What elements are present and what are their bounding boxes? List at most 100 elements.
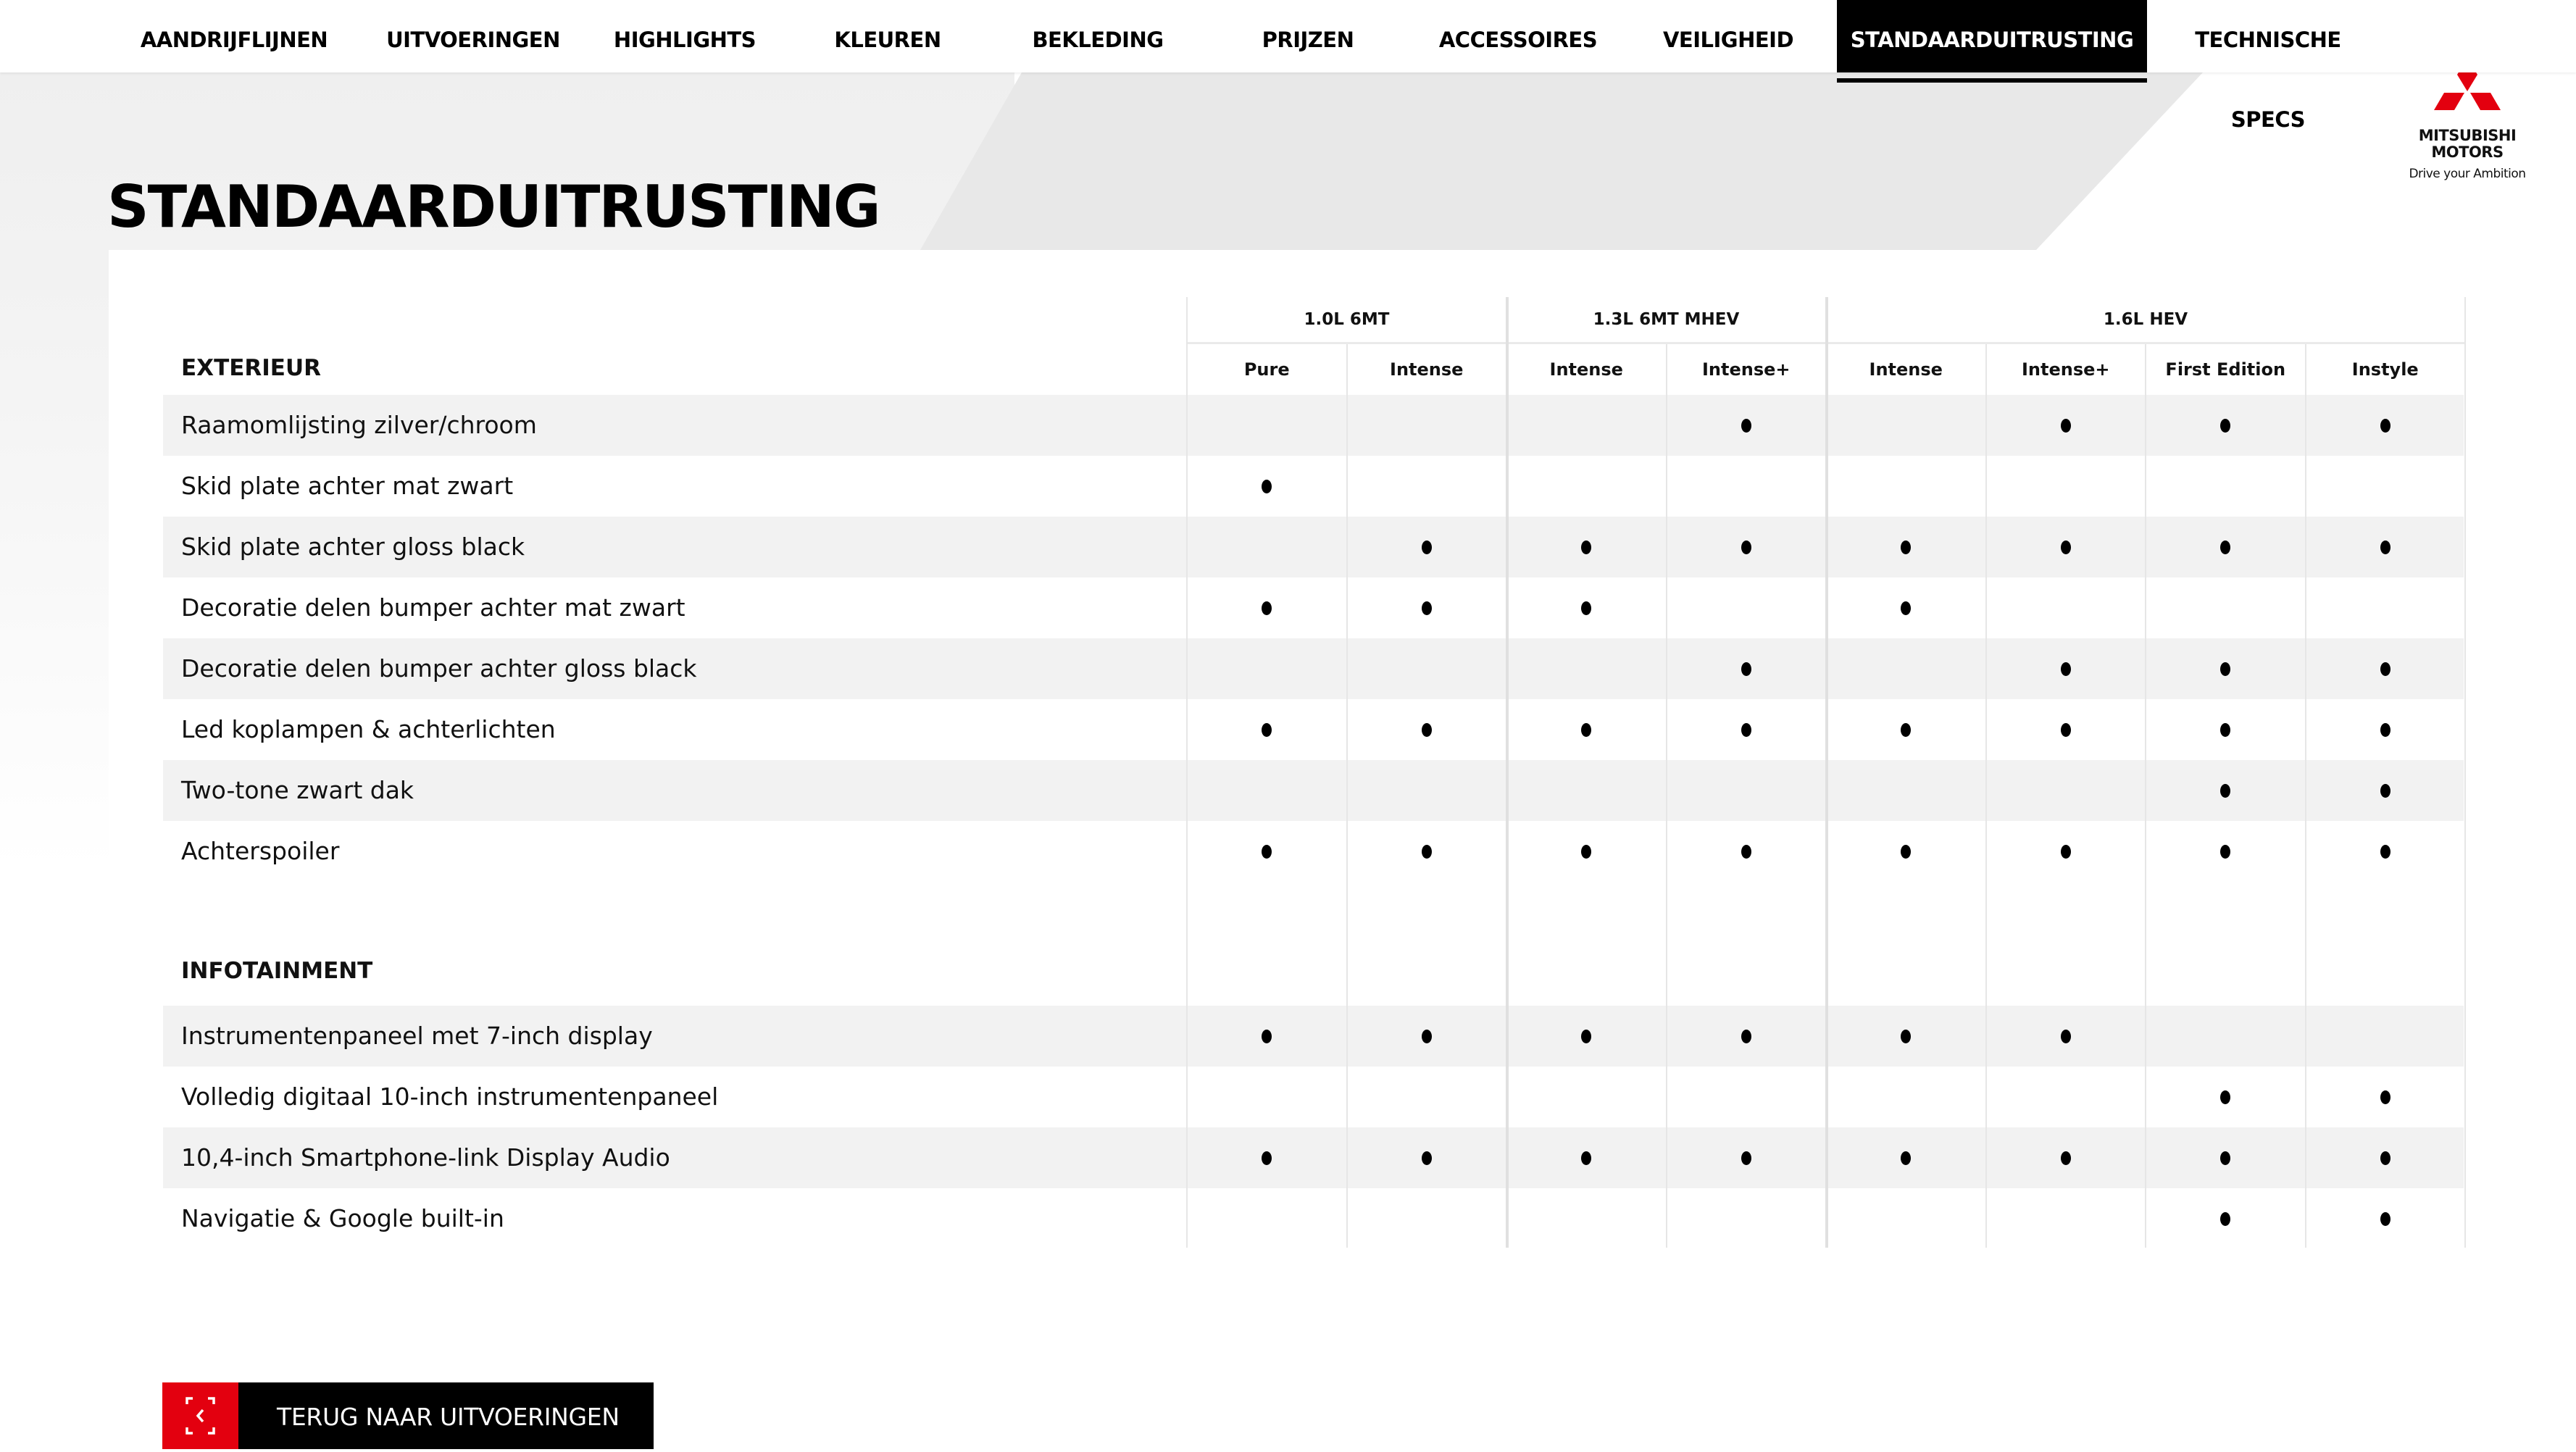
included-dot-icon: [2220, 662, 2231, 676]
brand-tagline: Drive your Ambition: [2409, 167, 2526, 181]
included-dot-icon: [1262, 601, 1272, 615]
included-dot-icon: [1741, 419, 1751, 433]
back-chevron-frame-icon: [162, 1382, 238, 1449]
brand-logo: MITSUBISHI MOTORS Drive your Ambition: [2384, 58, 2551, 181]
included-dot-icon: [2220, 1212, 2231, 1226]
included-dot-icon: [2380, 419, 2390, 433]
included-dot-icon: [1421, 1151, 1432, 1165]
included-dot-icon: [1901, 1030, 1912, 1043]
included-dot-icon: [2220, 723, 2231, 737]
brand-name-line1: MITSUBISHI: [2418, 127, 2517, 144]
table-row: Decoratie delen bumper achter mat zwart: [163, 577, 2464, 638]
top-navigation: AANDRIJFLIJNEN UITVOERINGEN HIGHLIGHTS KLEU…: [0, 0, 2576, 132]
feature-label: Two-tone zwart dak: [181, 776, 414, 804]
included-dot-icon: [2220, 1151, 2231, 1165]
included-dot-icon: [1421, 541, 1432, 554]
column-header: Intense: [1549, 359, 1623, 380]
section-title: INFOTAINMENT: [181, 958, 373, 984]
included-dot-icon: [2220, 784, 2231, 798]
table-row: Raamomlijsting zilver/chroom: [163, 395, 2464, 456]
table-row: Volledig digitaal 10-inch instrumentenpa…: [163, 1067, 2464, 1127]
nav-tab-accessoires[interactable]: ACCESSOIRES: [1420, 0, 1616, 72]
feature-label: Navigatie & Google built-in: [181, 1204, 504, 1232]
nav-tab-standaarduitrusting[interactable]: STANDAARDUITRUSTING: [1837, 0, 2147, 72]
column-header: Intense: [1869, 359, 1943, 380]
feature-label: Decoratie delen bumper achter mat zwart: [181, 593, 685, 622]
included-dot-icon: [2220, 1090, 2231, 1104]
column-divider: [1186, 297, 1188, 1248]
nav-tab-technische-specs[interactable]: TECHNISCHE SPECS: [2156, 0, 2380, 132]
feature-label: Led koplampen & achterlichten: [181, 715, 556, 743]
included-dot-icon: [1421, 1030, 1432, 1043]
nav-tab-highlights[interactable]: HIGHLIGHTS: [594, 0, 775, 72]
table-row: Skid plate achter mat zwart: [163, 456, 2464, 517]
included-dot-icon: [2380, 845, 2390, 859]
included-dot-icon: [1262, 1030, 1272, 1043]
page-title: STANDAARDUITRUSTING: [107, 172, 881, 241]
nav-tab-aandrijflijnen[interactable]: AANDRIJFLIJNEN: [122, 0, 346, 72]
included-dot-icon: [2060, 723, 2071, 737]
included-dot-icon: [1741, 541, 1751, 554]
nav-tab-uitvoeringen[interactable]: UITVOERINGEN: [377, 0, 570, 72]
included-dot-icon: [1741, 845, 1751, 859]
included-dot-icon: [1421, 601, 1432, 615]
included-dot-icon: [1262, 480, 1272, 493]
nav-tab-bekleding[interactable]: BEKLEDING: [1007, 0, 1188, 72]
table-row: Two-tone zwart dak: [163, 760, 2464, 821]
included-dot-icon: [2060, 662, 2071, 676]
included-dot-icon: [2220, 845, 2231, 859]
included-dot-icon: [1741, 1151, 1751, 1165]
column-divider: [2464, 297, 2466, 1248]
table-row: Instrumentenpaneel met 7-inch display: [163, 1006, 2464, 1067]
included-dot-icon: [1262, 723, 1272, 737]
included-dot-icon: [1901, 601, 1912, 615]
column-header: Intense: [1390, 359, 1464, 380]
table-row: Decoratie delen bumper achter gloss blac…: [163, 638, 2464, 699]
nav-tab-kleuren[interactable]: KLEUREN: [804, 0, 971, 72]
section-title: EXTERIEUR: [181, 355, 322, 381]
column-divider: [1825, 297, 1828, 1248]
included-dot-icon: [2380, 723, 2390, 737]
included-dot-icon: [1581, 1030, 1592, 1043]
back-to-versions-button[interactable]: TERUG NAAR UITVOERINGEN: [162, 1382, 654, 1449]
included-dot-icon: [2060, 1030, 2071, 1043]
table-row: Skid plate achter gloss black: [163, 517, 2464, 577]
included-dot-icon: [1581, 541, 1592, 554]
header-slanted-band: [920, 72, 2203, 250]
feature-label: 10,4-inch Smartphone-link Display Audio: [181, 1143, 670, 1172]
included-dot-icon: [1262, 1151, 1272, 1165]
included-dot-icon: [1741, 723, 1751, 737]
feature-label: Decoratie delen bumper achter gloss blac…: [181, 654, 697, 683]
included-dot-icon: [1901, 845, 1912, 859]
included-dot-icon: [2380, 1151, 2390, 1165]
feature-label: Skid plate achter mat zwart: [181, 472, 514, 500]
included-dot-icon: [2380, 1090, 2390, 1104]
included-dot-icon: [1741, 662, 1751, 676]
included-dot-icon: [1421, 845, 1432, 859]
feature-label: Volledig digitaal 10-inch instrumentenpa…: [181, 1082, 719, 1111]
included-dot-icon: [2060, 845, 2071, 859]
column-group-header: 1.6L HEV: [1826, 297, 2465, 344]
table-row: Navigatie & Google built-in: [163, 1188, 2464, 1249]
included-dot-icon: [2060, 419, 2071, 433]
included-dot-icon: [2220, 541, 2231, 554]
column-header: Intense+: [1701, 359, 1791, 380]
included-dot-icon: [2220, 419, 2231, 433]
included-dot-icon: [1901, 723, 1912, 737]
feature-label: Raamomlijsting zilver/chroom: [181, 411, 537, 439]
included-dot-icon: [1581, 723, 1592, 737]
column-divider: [1506, 297, 1509, 1248]
nav-tab-veiligheid[interactable]: VEILIGHEID: [1638, 0, 1819, 72]
included-dot-icon: [2380, 1212, 2390, 1226]
active-tab-underline: [1837, 78, 2147, 83]
nav-tab-prijzen[interactable]: PRIJZEN: [1225, 0, 1391, 72]
included-dot-icon: [1581, 845, 1592, 859]
included-dot-icon: [2060, 541, 2071, 554]
included-dot-icon: [1581, 601, 1592, 615]
included-dot-icon: [1421, 723, 1432, 737]
column-group-header: 1.3L 6MT MHEV: [1506, 297, 1826, 344]
column-header: Intense+: [2021, 359, 2110, 380]
included-dot-icon: [1901, 541, 1912, 554]
feature-label: Instrumentenpaneel met 7-inch display: [181, 1022, 653, 1050]
included-dot-icon: [2380, 541, 2390, 554]
